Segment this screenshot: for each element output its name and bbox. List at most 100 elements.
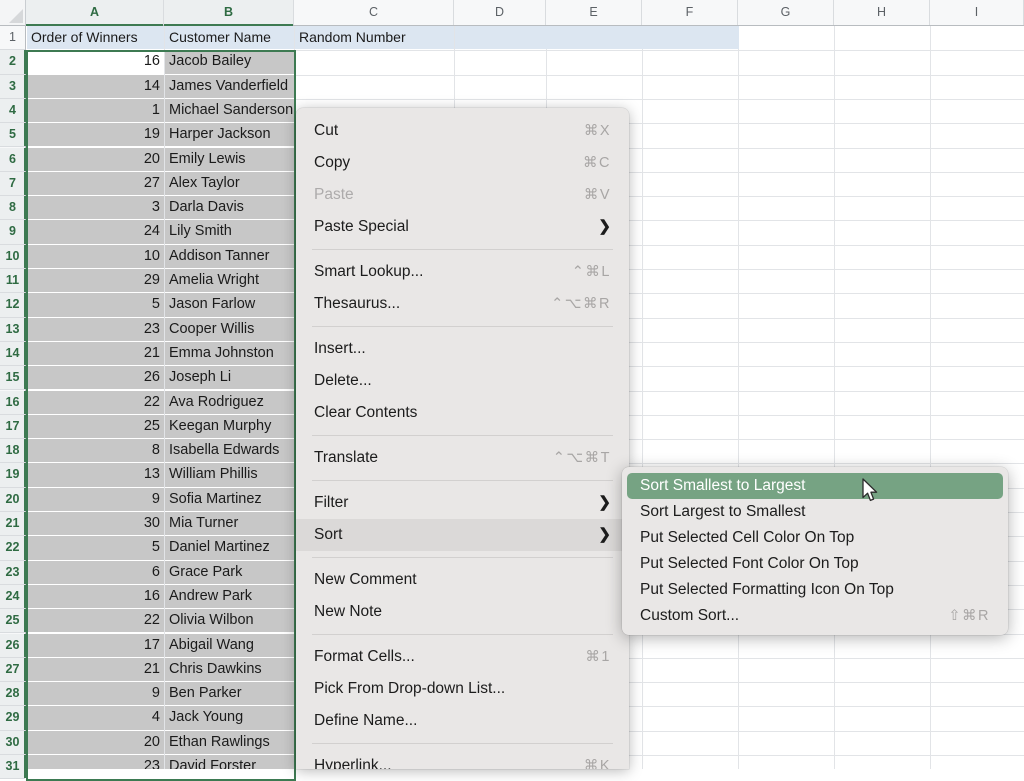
cell-b15[interactable]: Joseph Li: [165, 366, 294, 390]
cell-a21[interactable]: 30: [27, 512, 164, 536]
cell-b29[interactable]: Jack Young: [165, 706, 294, 730]
menu-item-new-comment[interactable]: New Comment: [296, 564, 629, 596]
menu-item-paste-special[interactable]: Paste Special ❯: [296, 211, 629, 243]
cell-b3[interactable]: James Vanderfield: [165, 74, 294, 98]
row-header-4[interactable]: 4: [0, 98, 26, 124]
column-header-h[interactable]: H: [834, 0, 930, 25]
row-header-29[interactable]: 29: [0, 706, 26, 731]
submenu-item-put-selected-formatting-icon-on-top[interactable]: Put Selected Formatting Icon On Top: [627, 577, 1003, 603]
cell-a18[interactable]: 8: [27, 439, 164, 463]
cell-b9[interactable]: Lily Smith: [165, 220, 294, 244]
cell-b12[interactable]: Jason Farlow: [165, 293, 294, 317]
menu-item-thesaurus[interactable]: Thesaurus... ⌃⌥⌘R: [296, 288, 629, 320]
menu-item-format-cells[interactable]: Format Cells... ⌘1: [296, 641, 629, 673]
cell-a2[interactable]: 16: [27, 50, 164, 74]
row-header-19[interactable]: 19: [0, 463, 26, 488]
menu-item-translate[interactable]: Translate ⌃⌥⌘T: [296, 442, 629, 474]
cell-b26[interactable]: Abigail Wang: [165, 633, 294, 657]
menu-item-copy[interactable]: Copy ⌘C: [296, 147, 629, 179]
menu-item-smart-lookup[interactable]: Smart Lookup... ⌃⌘L: [296, 256, 629, 288]
cell-b28[interactable]: Ben Parker: [165, 682, 294, 706]
cell-b7[interactable]: Alex Taylor: [165, 171, 294, 196]
cell-context-menu[interactable]: Cut ⌘X Copy ⌘C Paste ⌘V Paste Special ❯ Smart Lo…: [296, 108, 629, 769]
cell-b13[interactable]: Cooper Willis: [165, 317, 294, 341]
row-header-28[interactable]: 28: [0, 682, 26, 707]
cell-a12[interactable]: 5: [27, 293, 164, 317]
row-header-7[interactable]: 7: [0, 171, 26, 197]
menu-item-pick-from-drop-down-list[interactable]: Pick From Drop-down List...: [296, 673, 629, 705]
cell-b2[interactable]: Jacob Bailey: [165, 50, 294, 74]
row-header-23[interactable]: 23: [0, 560, 26, 585]
column-header-a[interactable]: A: [26, 0, 164, 26]
row-header-1[interactable]: 1: [0, 26, 25, 51]
row-header-20[interactable]: 20: [0, 487, 26, 512]
row-header-15[interactable]: 15: [0, 366, 26, 391]
cell-a9[interactable]: 24: [27, 220, 164, 244]
row-header-8[interactable]: 8: [0, 196, 26, 221]
cell-a17[interactable]: 25: [27, 414, 164, 439]
cell-a14[interactable]: 21: [27, 341, 164, 366]
row-header-18[interactable]: 18: [0, 439, 26, 464]
cell-b4[interactable]: Michael Sanderson: [165, 98, 294, 123]
cell-b19[interactable]: William Phillis: [165, 463, 294, 487]
cell-b27[interactable]: Chris Dawkins: [165, 657, 294, 682]
menu-item-delete[interactable]: Delete...: [296, 365, 629, 397]
menu-item-cut[interactable]: Cut ⌘X: [296, 115, 629, 147]
menu-item-clear-contents[interactable]: Clear Contents: [296, 397, 629, 429]
column-header-g[interactable]: G: [738, 0, 834, 25]
row-header-12[interactable]: 12: [0, 293, 26, 318]
cell-a31[interactable]: 23: [27, 755, 164, 769]
cell-a7[interactable]: 27: [27, 171, 164, 196]
submenu-item-put-selected-cell-color-on-top[interactable]: Put Selected Cell Color On Top: [627, 525, 1003, 551]
cell-a25[interactable]: 22: [27, 609, 164, 633]
cell-a16[interactable]: 22: [27, 390, 164, 414]
column-header-f[interactable]: F: [642, 0, 738, 25]
cell-a13[interactable]: 23: [27, 317, 164, 341]
row-header-13[interactable]: 13: [0, 317, 26, 342]
row-header-25[interactable]: 25: [0, 609, 26, 634]
submenu-item-put-selected-font-color-on-top[interactable]: Put Selected Font Color On Top: [627, 551, 1003, 577]
cell-b20[interactable]: Sofia Martinez: [165, 487, 294, 511]
row-header-24[interactable]: 24: [0, 584, 26, 610]
row-header-5[interactable]: 5: [0, 123, 26, 148]
cell-a6[interactable]: 20: [27, 147, 164, 171]
row-header-27[interactable]: 27: [0, 657, 26, 683]
submenu-item-sort-largest-to-smallest[interactable]: Sort Largest to Smallest: [627, 499, 1003, 525]
row-header-17[interactable]: 17: [0, 414, 26, 440]
row-header-6[interactable]: 6: [0, 147, 26, 172]
row-header-31[interactable]: 31: [0, 755, 26, 780]
menu-item-insert[interactable]: Insert...: [296, 333, 629, 365]
column-header-b[interactable]: B: [164, 0, 294, 26]
menu-item-filter[interactable]: Filter ❯: [296, 487, 629, 519]
cell-b5[interactable]: Harper Jackson: [165, 123, 294, 147]
cell-b18[interactable]: Isabella Edwards: [165, 439, 294, 463]
cell-a4[interactable]: 1: [27, 98, 164, 123]
row-header-3[interactable]: 3: [0, 74, 26, 99]
column-header-d[interactable]: D: [454, 0, 546, 25]
row-header-11[interactable]: 11: [0, 269, 26, 294]
row-header-21[interactable]: 21: [0, 512, 26, 537]
row-header-22[interactable]: 22: [0, 536, 26, 561]
row-header-10[interactable]: 10: [0, 244, 26, 269]
cell-b10[interactable]: Addison Tanner: [165, 244, 294, 268]
cell-b17[interactable]: Keegan Murphy: [165, 414, 294, 439]
cell-a27[interactable]: 21: [27, 657, 164, 682]
cell-b1[interactable]: Customer Name: [165, 26, 294, 50]
column-header-c[interactable]: C: [294, 0, 454, 25]
cell-a11[interactable]: 29: [27, 269, 164, 293]
cell-a1[interactable]: Order of Winners: [27, 26, 164, 50]
cell-b30[interactable]: Ethan Rawlings: [165, 730, 294, 754]
cell-b24[interactable]: Andrew Park: [165, 584, 294, 609]
cell-a30[interactable]: 20: [27, 730, 164, 754]
cell-a29[interactable]: 4: [27, 706, 164, 730]
cell-a20[interactable]: 9: [27, 487, 164, 511]
column-header-i[interactable]: I: [930, 0, 1024, 25]
row-header-26[interactable]: 26: [0, 633, 26, 658]
cell-a15[interactable]: 26: [27, 366, 164, 390]
cell-b25[interactable]: Olivia Wilbon: [165, 609, 294, 633]
cell-b11[interactable]: Amelia Wright: [165, 269, 294, 293]
cell-a28[interactable]: 9: [27, 682, 164, 706]
cell-c1[interactable]: Random Number: [295, 26, 454, 50]
cell-a19[interactable]: 13: [27, 463, 164, 487]
cell-b8[interactable]: Darla Davis: [165, 196, 294, 220]
